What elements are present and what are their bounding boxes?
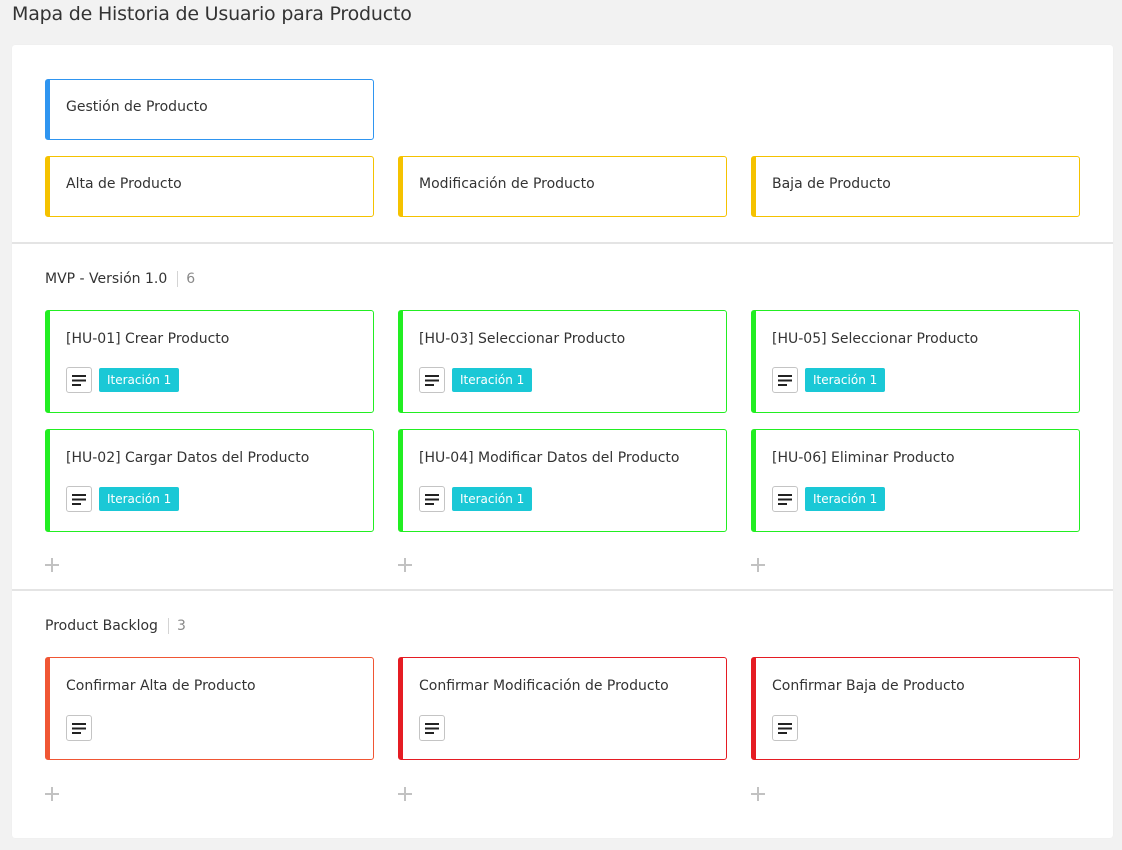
- story-card-title: [HU-02] Cargar Datos del Producto: [66, 450, 310, 466]
- feature-card-title: Modificación de Producto: [419, 176, 595, 192]
- story-card-title: [HU-03] Seleccionar Producto: [419, 331, 626, 347]
- feature-card-title: Alta de Producto: [66, 176, 182, 192]
- story-card[interactable]: [HU-02] Cargar Datos del Producto Iterac…: [45, 429, 374, 532]
- page-title: Mapa de Historia de Usuario para Product…: [12, 3, 412, 25]
- release-count: 6: [186, 271, 196, 287]
- story-card-title: [HU-04] Modificar Datos del Producto: [419, 450, 680, 466]
- description-lines-icon[interactable]: [419, 715, 445, 741]
- iteration-badge[interactable]: Iteración 1: [452, 368, 533, 392]
- story-card[interactable]: [HU-04] Modificar Datos del Producto Ite…: [398, 429, 727, 532]
- story-map-board: Gestión de Producto Alta de Producto Mod…: [12, 45, 1113, 838]
- epic-card[interactable]: Gestión de Producto: [45, 79, 374, 140]
- release-name: MVP - Versión 1.0: [45, 271, 168, 287]
- story-card[interactable]: Confirmar Baja de Producto: [751, 657, 1080, 760]
- feature-card-baja[interactable]: Baja de Producto: [751, 156, 1080, 217]
- story-card[interactable]: Confirmar Alta de Producto: [45, 657, 374, 760]
- iteration-badge[interactable]: Iteración 1: [99, 368, 180, 392]
- description-lines-icon[interactable]: [772, 486, 798, 512]
- section-divider: [12, 589, 1113, 591]
- release-count: 3: [176, 618, 186, 634]
- story-card-title: [HU-06] Eliminar Producto: [772, 450, 955, 466]
- story-card[interactable]: [HU-05] Seleccionar Producto Iteración 1: [751, 310, 1080, 413]
- description-lines-icon[interactable]: [66, 367, 92, 393]
- feature-card-modificacion[interactable]: Modificación de Producto: [398, 156, 727, 217]
- description-lines-icon[interactable]: [419, 486, 445, 512]
- story-card-title: Confirmar Modificación de Producto: [419, 678, 669, 694]
- description-lines-icon[interactable]: [419, 367, 445, 393]
- description-lines-icon[interactable]: [66, 715, 92, 741]
- plus-icon[interactable]: [751, 558, 765, 572]
- story-card[interactable]: [HU-06] Eliminar Producto Iteración 1: [751, 429, 1080, 532]
- epic-card-title: Gestión de Producto: [66, 99, 208, 115]
- story-card[interactable]: [HU-01] Crear Producto Iteración 1: [45, 310, 374, 413]
- release-separator: [167, 618, 169, 634]
- feature-card-alta[interactable]: Alta de Producto: [45, 156, 374, 217]
- story-card[interactable]: Confirmar Modificación de Producto: [398, 657, 727, 760]
- feature-card-title: Baja de Producto: [772, 176, 891, 192]
- release-separator: [177, 271, 179, 287]
- story-card[interactable]: [HU-03] Seleccionar Producto Iteración 1: [398, 310, 727, 413]
- section-divider: [12, 242, 1113, 244]
- description-lines-icon[interactable]: [772, 715, 798, 741]
- release-header-backlog[interactable]: Product Backlog 3: [45, 618, 186, 634]
- plus-icon[interactable]: [751, 787, 765, 801]
- plus-icon[interactable]: [398, 787, 412, 801]
- story-card-title: [HU-01] Crear Producto: [66, 331, 230, 347]
- description-lines-icon[interactable]: [66, 486, 92, 512]
- plus-icon[interactable]: [45, 558, 59, 572]
- description-lines-icon[interactable]: [772, 367, 798, 393]
- iteration-badge[interactable]: Iteración 1: [99, 487, 180, 511]
- release-header-mvp[interactable]: MVP - Versión 1.0 6: [45, 271, 195, 287]
- story-card-title: [HU-05] Seleccionar Producto: [772, 331, 979, 347]
- plus-icon[interactable]: [398, 558, 412, 572]
- plus-icon[interactable]: [45, 787, 59, 801]
- iteration-badge[interactable]: Iteración 1: [805, 487, 886, 511]
- story-card-title: Confirmar Baja de Producto: [772, 678, 965, 694]
- release-name: Product Backlog: [45, 618, 158, 634]
- iteration-badge[interactable]: Iteración 1: [452, 487, 533, 511]
- story-card-title: Confirmar Alta de Producto: [66, 678, 256, 694]
- iteration-badge[interactable]: Iteración 1: [805, 368, 886, 392]
